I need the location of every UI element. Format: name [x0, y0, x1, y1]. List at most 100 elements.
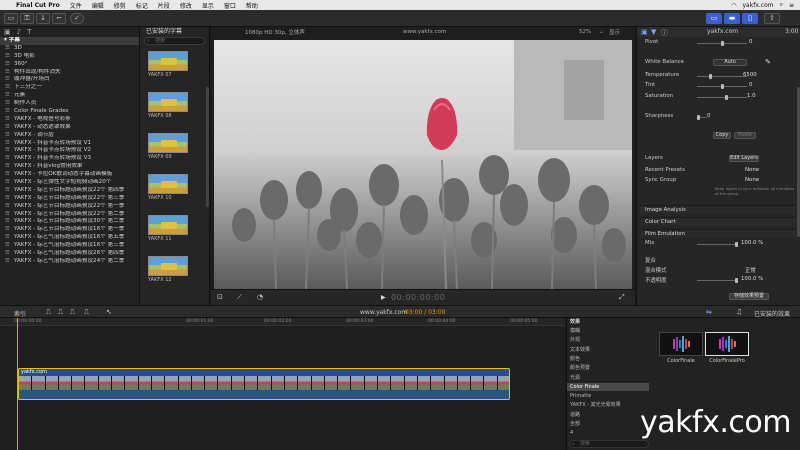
effects-category[interactable]: 模糊: [567, 327, 649, 335]
menu-edit[interactable]: 编辑: [92, 1, 104, 10]
recent-presets-value[interactable]: None: [745, 167, 759, 173]
menu-modify[interactable]: 修改: [180, 1, 192, 10]
title-clip[interactable]: YAKFX 08: [148, 92, 188, 119]
menu-file[interactable]: 文件: [70, 1, 82, 10]
clip-appearance-icon[interactable]: ⇋: [706, 308, 712, 316]
edit-layers-button[interactable]: Edit Layers: [729, 155, 759, 162]
menu-app[interactable]: Final Cut Pro: [16, 2, 60, 9]
effects-category[interactable]: 文本效果: [567, 346, 649, 354]
temperature-value[interactable]: 6500: [743, 72, 757, 78]
playhead[interactable]: [17, 318, 18, 450]
white-balance-dropdown[interactable]: Auto: [713, 59, 747, 66]
library-item[interactable]: ☰ YAKFX - 电视信号彩条: [0, 116, 139, 124]
effects-search-input[interactable]: ⌕ 搜索: [569, 440, 649, 448]
fullscreen-icon[interactable]: ⤢: [619, 293, 625, 302]
saturation-value[interactable]: 1.0: [747, 93, 756, 99]
blend-mode-value[interactable]: 正常: [745, 266, 756, 274]
timeline[interactable]: 00:00:00:00 00:00:01:00 00:00:02:00 00:0…: [0, 318, 565, 450]
paste-button[interactable]: Paste: [734, 132, 756, 139]
library-item[interactable]: ☰ YAKFX - 综艺节目标题动画预设22个 第一季: [0, 203, 139, 211]
library-item[interactable]: ☰ 下三分之一: [0, 84, 139, 92]
mix-value[interactable]: 100.0 %: [741, 240, 763, 246]
library-item[interactable]: ☰ YAKFX - 综艺气泡标题动画预设16个 第五季: [0, 234, 139, 242]
viewer-frame[interactable]: [214, 40, 632, 310]
title-clip[interactable]: YAKFX 09: [148, 133, 188, 160]
title-clip[interactable]: YAKFX 07: [148, 51, 188, 78]
effects-category[interactable]: 颜色预置: [567, 364, 649, 372]
library-item[interactable]: ☰ YAKFX - 综艺节目标题动画预设30个 第二季: [0, 218, 139, 226]
save-effects-preset-button[interactable]: 存储效果预置: [729, 293, 769, 300]
film-emulation-section[interactable]: Film Emulation: [640, 229, 796, 238]
effects-category[interactable]: 4: [567, 429, 649, 437]
menu-window[interactable]: 窗口: [224, 1, 236, 10]
effect-colorfinalepro[interactable]: ColorFinalePro: [705, 332, 749, 364]
library-item[interactable]: ☰ YAKFX - 抖音卡点转场预设 V1: [0, 140, 139, 148]
layout-timeline-icon[interactable]: ▬: [724, 13, 740, 24]
effects-category[interactable]: 全部: [567, 420, 649, 428]
pivot-slider[interactable]: [697, 41, 747, 46]
library-item[interactable]: ☰ YAKFX - 综艺气泡标题动画预设24个 第二季: [0, 258, 139, 266]
menu-trim[interactable]: 修剪: [114, 1, 126, 10]
video-inspector-icon[interactable]: ▣: [641, 28, 648, 36]
effects-category[interactable]: Color Finale: [567, 382, 649, 391]
menu-view[interactable]: 显示: [202, 1, 214, 10]
download-icon[interactable]: ↓: [36, 13, 50, 24]
title-clip[interactable]: YAKFX 10: [148, 174, 188, 201]
color-chart-section[interactable]: Color Chart: [640, 217, 796, 226]
import-media-icon[interactable]: ▭: [4, 13, 18, 24]
effects-category[interactable]: YAKFX - 其光光晕效果: [567, 401, 649, 409]
play-icon[interactable]: ▶: [381, 294, 386, 301]
library-item[interactable]: ☰ YAKFX - 动态遮罩效果: [0, 124, 139, 132]
headphones-icon[interactable]: ♫: [736, 308, 742, 316]
library-item[interactable]: ☰ YAKFX - 卡拉OK歌词动态字幕动画模板: [0, 171, 139, 179]
menu-clip[interactable]: 片段: [158, 1, 170, 10]
menu-mark[interactable]: 标记: [136, 1, 148, 10]
library-item[interactable]: ☰ YAKFX - 综艺节目标题动画预设16个 第一季: [0, 226, 139, 234]
overwrite-clip-icon[interactable]: ⎍: [84, 308, 89, 317]
library-item[interactable]: ☰ YAKFX - 综艺气泡标题动画预设26个 第四季: [0, 250, 139, 258]
effects-category[interactable]: 光源: [567, 374, 649, 382]
keyword-icon[interactable]: ⚿: [20, 13, 34, 24]
transform-icon[interactable]: ⟋: [237, 293, 242, 302]
library-item[interactable]: ☰ YAKFX - 抖音卡点转场预设 V2: [0, 147, 139, 155]
timeline-ruler[interactable]: 00:00:00:00 00:00:01:00 00:00:02:00 00:0…: [0, 318, 565, 326]
info-icon[interactable]: ⓘ: [661, 28, 668, 38]
library-item[interactable]: ☰ YAKFX - 抖音vlog常用效果: [0, 163, 139, 171]
copy-button[interactable]: Copy: [713, 132, 731, 139]
key-icon[interactable]: ⌐: [52, 13, 66, 24]
library-item[interactable]: ☰ Color Finale Grades: [0, 108, 139, 116]
insert-clip-icon[interactable]: ⎍: [58, 308, 63, 317]
connect-clip-icon[interactable]: ⎍: [46, 308, 51, 317]
library-item[interactable]: ☰ YAKFX - 综艺节目标题动画预设22个 第四季: [0, 187, 139, 195]
timeline-clip[interactable]: yakfx.com: [18, 368, 510, 400]
titles-icon[interactable]: T: [27, 28, 31, 36]
layout-inspector-icon[interactable]: ▯: [742, 13, 758, 24]
layout-browser-icon[interactable]: ▭: [706, 13, 722, 24]
library-item[interactable]: ☰ 360°: [0, 61, 139, 69]
library-item[interactable]: ☰ YAKFX - 调节层: [0, 132, 139, 140]
music-icon[interactable]: ♪: [17, 28, 21, 36]
sync-group-value[interactable]: None: [745, 177, 759, 183]
effects-category[interactable]: Primatte: [567, 392, 649, 400]
viewer-zoom[interactable]: 52%: [579, 29, 591, 35]
camera-icon[interactable]: ▣: [4, 28, 11, 36]
browser-scrollbar[interactable]: [206, 87, 209, 207]
sharpness-slider[interactable]: [697, 115, 707, 120]
select-tool-icon[interactable]: ↖: [106, 308, 112, 316]
tint-slider[interactable]: [697, 84, 747, 89]
eyedropper-icon[interactable]: ✎: [765, 58, 771, 66]
library-item[interactable]: ☰ YAKFX - 综艺气泡标题动画预设16个 第三季: [0, 242, 139, 250]
effects-category[interactable]: 外观: [567, 336, 649, 344]
title-clip[interactable]: YAKFX 12: [148, 256, 188, 283]
library-item[interactable]: ☰ 3D: [0, 45, 139, 53]
title-clip[interactable]: YAKFX 11: [148, 215, 188, 242]
pivot-value[interactable]: 0: [749, 39, 752, 45]
speed-icon[interactable]: ◔: [257, 293, 263, 301]
library-item[interactable]: ☰ YAKFX - 综艺弹性文字短视频动画20个: [0, 179, 139, 187]
saturation-slider[interactable]: [697, 95, 747, 100]
library-item[interactable]: ☰ YAKFX - 综艺节目标题动画预设22个 第二季: [0, 211, 139, 219]
wifi-icon[interactable]: ◠: [731, 2, 736, 9]
filter-icon[interactable]: ▼: [651, 28, 656, 36]
crop-icon[interactable]: ⊡: [217, 293, 223, 301]
library-item[interactable]: ☰ 3D 电影: [0, 53, 139, 61]
